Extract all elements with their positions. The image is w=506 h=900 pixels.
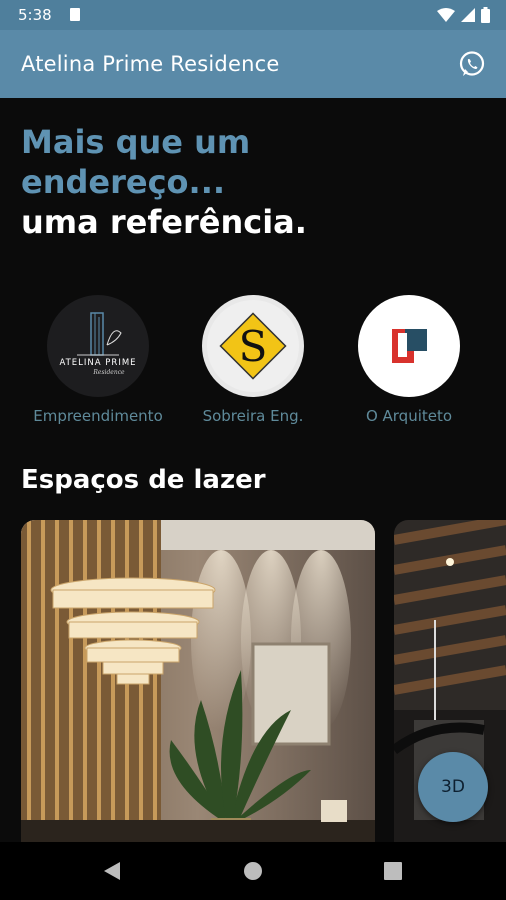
lazer-card-lounge[interactable] [21, 520, 375, 842]
hero-line-1: Mais que um [21, 123, 251, 161]
system-nav-bar [0, 842, 506, 900]
atelina-logo: ATELINA PRIME Residence [47, 295, 149, 397]
back-icon[interactable] [102, 861, 122, 881]
home-icon[interactable] [243, 861, 263, 881]
arquiteto-logo [358, 295, 460, 397]
partner-label: O Arquiteto [365, 407, 453, 425]
wifi-icon [437, 8, 455, 22]
partner-empreendimento[interactable]: ATELINA PRIME Residence Empreendimento [23, 295, 173, 425]
app-title: Atelina Prime Residence [21, 52, 280, 76]
hero-headline: Mais que um endereço... uma referência. [21, 122, 307, 242]
partner-label: Sobreira Eng. [202, 407, 304, 425]
status-bar: 5:38 [0, 0, 506, 30]
section-title: Espaços de lazer [21, 465, 266, 495]
atelina-logo-text: ATELINA PRIME [59, 358, 136, 368]
recents-icon[interactable] [384, 862, 402, 880]
partner-sobreira[interactable]: S Sobreira Eng. [178, 295, 328, 425]
battery-icon [481, 7, 490, 23]
whatsapp-icon[interactable] [458, 50, 486, 78]
status-icons [437, 7, 490, 23]
lounge-image [21, 520, 375, 842]
partner-arquiteto[interactable]: O Arquiteto [334, 295, 484, 425]
atelina-logo-sub: Residence [92, 369, 125, 376]
sobreira-logo-text: S [239, 322, 268, 371]
signal-icon [461, 8, 475, 22]
hero-line-2: endereço... [21, 163, 225, 201]
3d-button[interactable]: 3D [418, 752, 488, 822]
sobreira-logo: S [202, 295, 304, 397]
status-time: 5:38 [18, 6, 52, 24]
app-bar: Atelina Prime Residence [0, 30, 506, 98]
partner-label: Empreendimento [33, 407, 163, 425]
hero-line-3: uma referência. [21, 203, 307, 241]
sd-card-icon [70, 8, 80, 21]
